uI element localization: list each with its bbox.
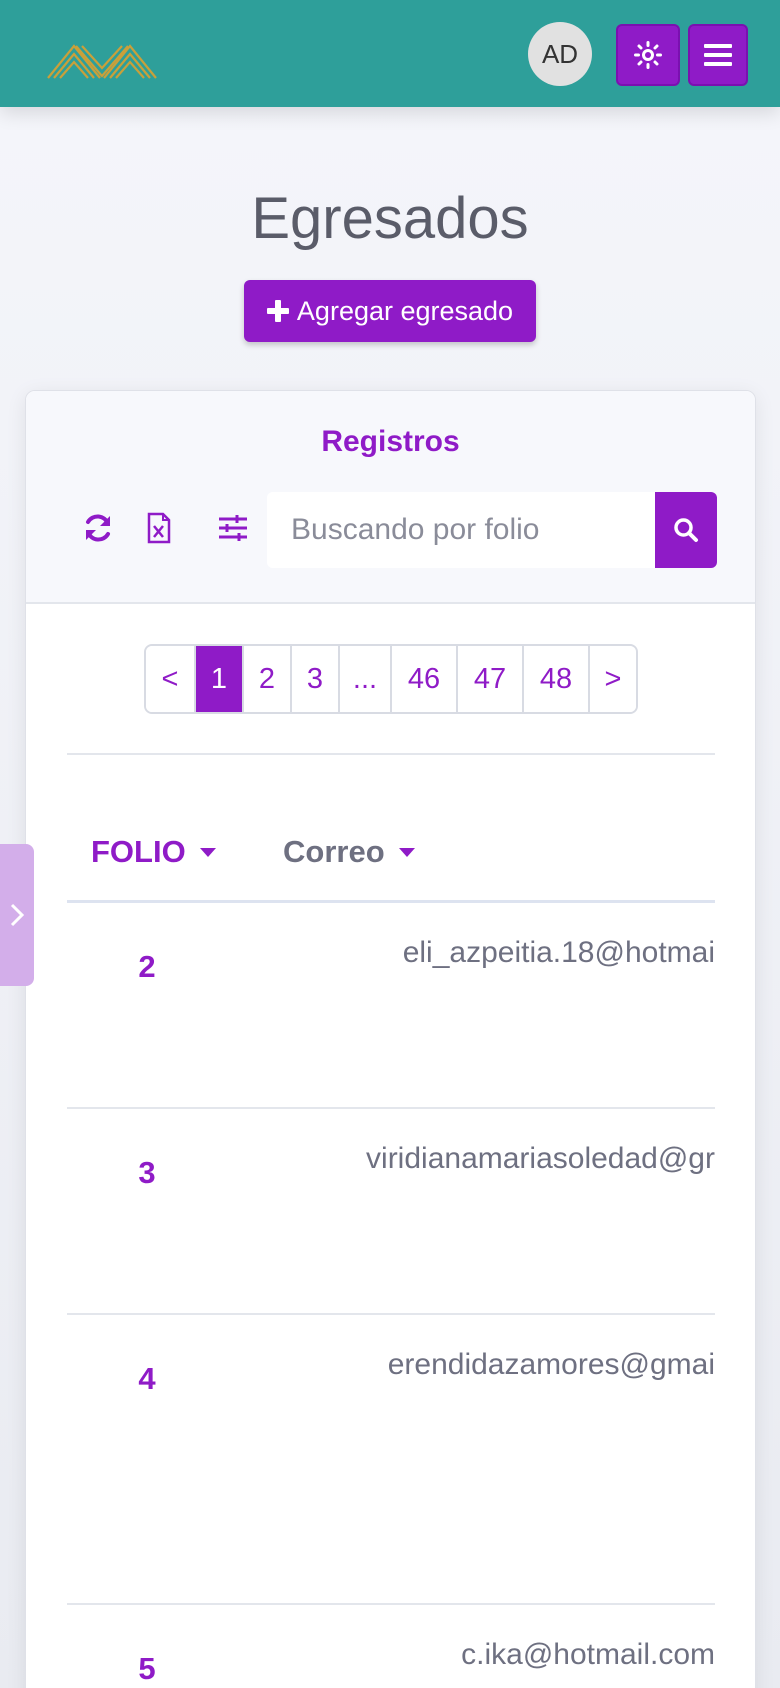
pagination-page-48[interactable]: 48 xyxy=(522,646,588,712)
card-title: Registros xyxy=(321,425,460,458)
sun-icon xyxy=(634,41,662,69)
sidebar-toggle-tab[interactable] xyxy=(0,844,34,986)
column-label: Correo xyxy=(283,834,385,869)
row-divider xyxy=(67,1107,715,1109)
pagination-page-1[interactable]: 1 xyxy=(194,646,242,712)
row-email: eli_azpeitia.18@hotmai xyxy=(402,936,715,969)
menu-button[interactable] xyxy=(688,24,748,86)
pagination-page-3[interactable]: 3 xyxy=(290,646,338,712)
page-title: Egresados xyxy=(251,186,529,251)
add-graduate-button[interactable]: Agregar egresado xyxy=(244,280,536,342)
top-navbar: AD xyxy=(0,0,780,107)
hamburger-icon xyxy=(704,44,732,66)
row-email: erendidazamores@gmai xyxy=(387,1348,715,1381)
pagination-page-47[interactable]: 47 xyxy=(456,646,522,712)
records-card-header: Registros xyxy=(26,391,755,604)
chevron-right-icon xyxy=(10,903,25,927)
column-label: FOLIO xyxy=(91,834,186,869)
divider xyxy=(67,753,715,755)
row-folio: 4 xyxy=(138,1361,156,1396)
records-card: Registros Buscando por folio < 1 2 3 ...… xyxy=(25,390,756,1688)
sort-caret-icon xyxy=(199,847,216,857)
row-divider xyxy=(67,1603,715,1605)
pagination-ellipsis: ... xyxy=(338,646,390,712)
search-group xyxy=(267,492,717,568)
pagination-page-46[interactable]: 46 xyxy=(390,646,456,712)
add-graduate-label: Agregar egresado xyxy=(296,295,514,326)
plus-icon xyxy=(266,300,289,322)
row-folio: 3 xyxy=(138,1155,156,1190)
export-excel-button[interactable] xyxy=(139,508,179,548)
row-folio: 5 xyxy=(138,1651,156,1686)
theme-toggle-button[interactable] xyxy=(616,24,680,86)
main-content: Egresados Agregar egresado Registros Bus… xyxy=(0,107,780,1688)
search-input[interactable] xyxy=(267,492,655,568)
refresh-icon xyxy=(86,514,110,542)
pagination-next[interactable]: > xyxy=(588,646,636,712)
avatar[interactable]: AD xyxy=(528,22,592,86)
pagination-page-2[interactable]: 2 xyxy=(242,646,290,712)
search-button[interactable] xyxy=(655,492,717,568)
pagination-prev[interactable]: < xyxy=(146,646,194,712)
row-divider xyxy=(67,1313,715,1315)
logo-icon[interactable] xyxy=(46,26,160,84)
row-email: c.ika@hotmail.com xyxy=(461,1638,715,1671)
column-header-folio[interactable]: FOLIO xyxy=(91,834,216,870)
table-header-divider xyxy=(67,900,715,903)
filter-button[interactable] xyxy=(213,508,253,548)
row-email: viridianamariasoledad@gr xyxy=(366,1142,715,1175)
column-header-correo[interactable]: Correo xyxy=(283,834,415,870)
refresh-button[interactable] xyxy=(78,508,118,548)
sort-caret-icon xyxy=(398,847,415,857)
row-folio: 2 xyxy=(138,949,156,984)
search-icon xyxy=(674,518,698,542)
filter-sliders-icon xyxy=(219,515,247,541)
excel-file-icon xyxy=(147,512,171,544)
pagination: < 1 2 3 ... 46 47 48 > xyxy=(144,644,638,714)
